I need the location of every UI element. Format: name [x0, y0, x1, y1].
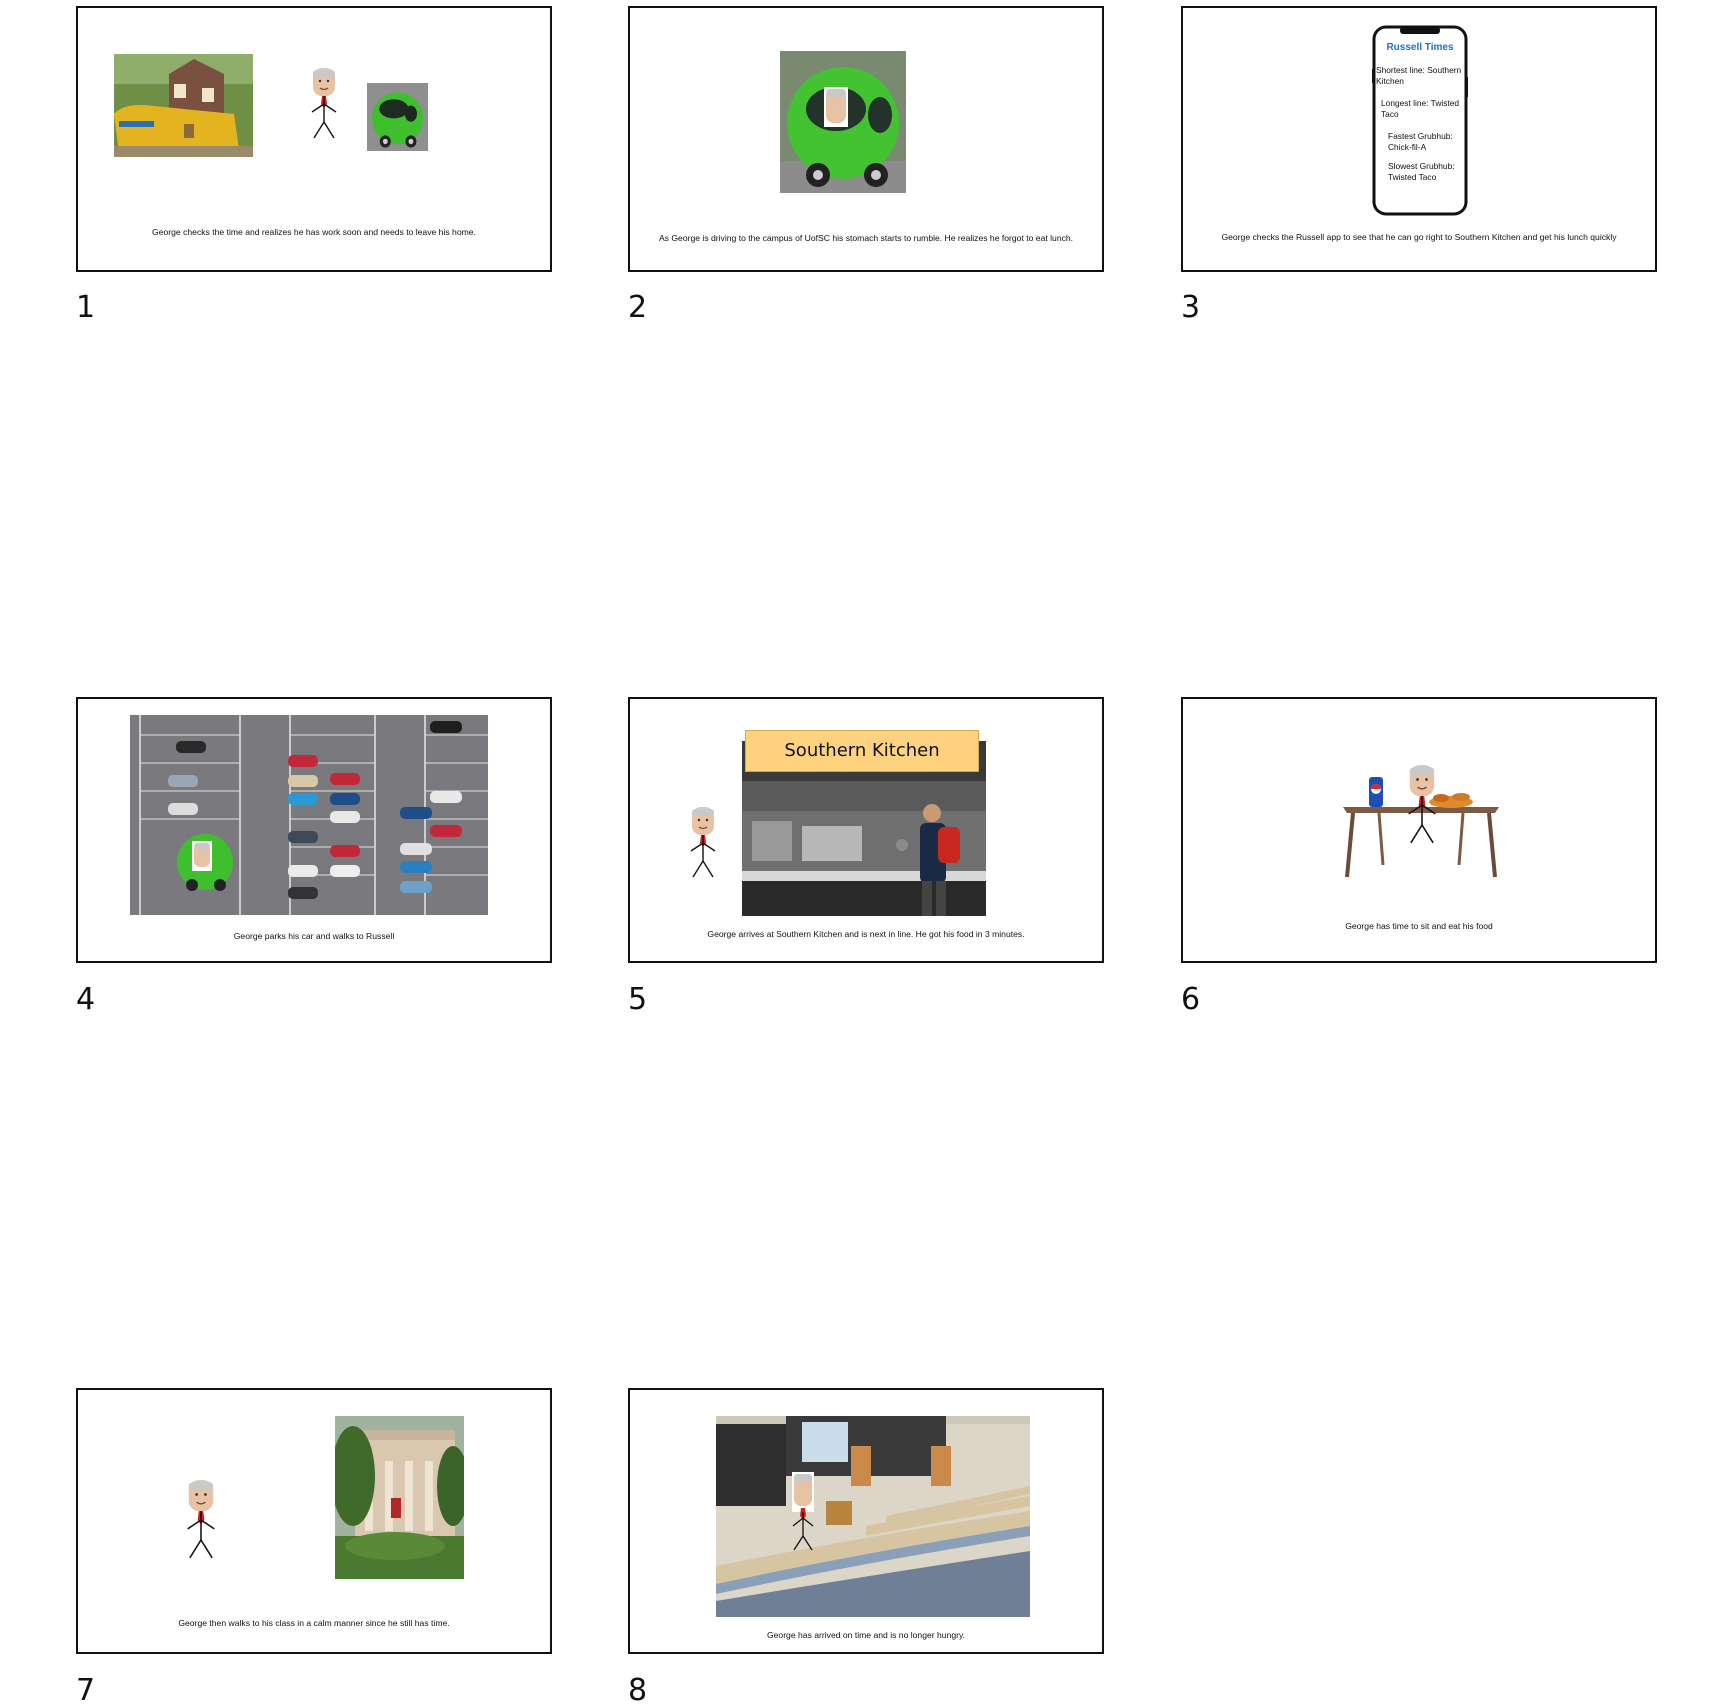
slide-number: 1 [76, 290, 96, 325]
shoe-house-image [114, 54, 253, 157]
slide-caption: George has arrived on time and is no lon… [766, 1630, 966, 1640]
parking-lot-image [130, 715, 488, 915]
green-car-image [367, 83, 428, 151]
slide-2[interactable]: As George is driving to the campus of Uo… [628, 6, 1104, 272]
slide-number: 4 [76, 982, 96, 1017]
slide-caption: As George is driving to the campus of Uo… [658, 233, 1074, 243]
george-stick-figure [1407, 765, 1437, 844]
slide-number: 7 [76, 1673, 96, 1708]
slide-number: 3 [1181, 290, 1201, 325]
classroom-image [716, 1416, 1030, 1617]
phone-line-fastest: Fastest Grubhub: Chick-fil-A [1388, 131, 1453, 152]
slide-1[interactable]: George checks the time and realizes he h… [76, 6, 552, 272]
green-car-driving-image [780, 51, 906, 193]
phone-app-title: Russell Times [1386, 42, 1454, 53]
slide-7[interactable]: George then walks to his class in a calm… [76, 1388, 552, 1654]
slide-number: 6 [1181, 982, 1201, 1017]
slide-4[interactable]: George parks his car and walks to Russel… [76, 697, 552, 963]
slide-6[interactable]: George has time to sit and eat his food [1181, 697, 1657, 963]
slide-caption: George then walks to his class in a calm… [178, 1618, 450, 1628]
phone-mockup: Russell Times Shortest line: Southern Ki… [1372, 25, 1468, 216]
slide-number: 8 [628, 1673, 648, 1708]
slide-5[interactable]: Southern Kitchen George arrives at South… [628, 697, 1104, 963]
southern-kitchen-banner: Southern Kitchen [745, 730, 979, 772]
slide-number: 2 [628, 290, 648, 325]
phone-line-slowest: Slowest Grubhub: Twisted Taco [1388, 161, 1455, 182]
slide-number: 5 [628, 982, 648, 1017]
george-stick-figure [186, 1480, 216, 1559]
george-stick-figure [311, 68, 337, 139]
phone-line-shortest: Shortest line: Southern Kitchen [1376, 65, 1462, 86]
george-stick-figure [690, 807, 716, 878]
slide-caption: George has time to sit and eat his food [1345, 921, 1493, 931]
slide-caption: George checks the Russell app to see tha… [1221, 232, 1617, 242]
slide-caption: George checks the time and realizes he h… [152, 227, 476, 237]
phone-line-longest: Longest line: Twisted Taco [1381, 98, 1460, 119]
slide-8[interactable]: George has arrived on time and is no lon… [628, 1388, 1104, 1654]
slide-caption: George parks his car and walks to Russel… [233, 931, 395, 941]
slide-caption: George arrives at Southern Kitchen and i… [707, 929, 1025, 939]
slide-3[interactable]: Russell Times Shortest line: Southern Ki… [1181, 6, 1657, 272]
russell-building-image [335, 1416, 464, 1579]
